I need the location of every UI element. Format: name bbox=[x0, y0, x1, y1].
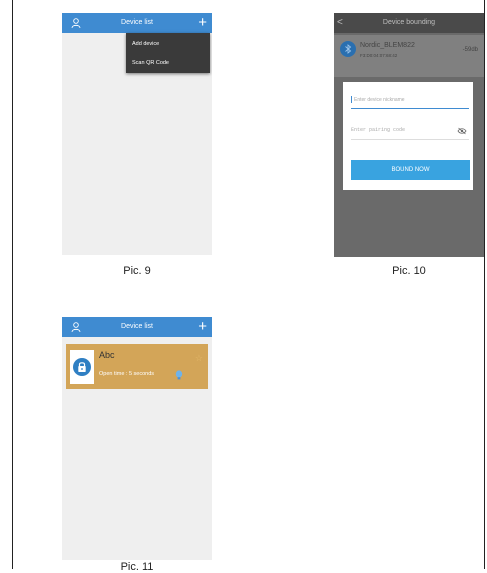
caption-pic11: Pic. 11 bbox=[120, 561, 154, 573]
nickname-input[interactable]: Enter device nickname bbox=[351, 96, 469, 109]
device-address: F3:D0:04:07:68:42 bbox=[360, 53, 398, 58]
screenshot-pic9: Device list + Add device Scan QR Code bbox=[62, 13, 212, 255]
screenshot-pic10: < Device bounding Nordic_BLEM822 F3:D0:0… bbox=[334, 13, 484, 257]
eye-icon[interactable] bbox=[457, 127, 467, 135]
text-cursor bbox=[351, 96, 352, 103]
bound-now-button[interactable]: BOUND NOW bbox=[351, 160, 470, 180]
caption-pic9: Pic. 9 bbox=[123, 265, 151, 277]
bound-dialog: Enter device nickname Enter pairing code… bbox=[343, 82, 473, 190]
bluetooth-icon bbox=[340, 41, 356, 57]
top-bar: Device list + bbox=[62, 317, 212, 337]
plus-icon[interactable]: + bbox=[198, 318, 207, 336]
menu-item-add-device[interactable]: Add device bbox=[132, 41, 159, 47]
page-title: Device bounding bbox=[382, 19, 436, 26]
device-rssi: -59db bbox=[462, 47, 478, 53]
add-menu: Add device Scan QR Code bbox=[126, 33, 210, 73]
device-card[interactable]: Abc Open time : 5 seconds ☆ bbox=[66, 344, 208, 389]
caption-pic10: Pic. 10 bbox=[392, 265, 426, 277]
top-bar: < Device bounding bbox=[334, 13, 484, 33]
page-border-left bbox=[12, 0, 13, 569]
star-icon[interactable]: ☆ bbox=[195, 353, 203, 364]
open-time: Open time : 5 seconds bbox=[99, 371, 155, 377]
lock-icon[interactable] bbox=[73, 358, 91, 376]
menu-item-scan-qr[interactable]: Scan QR Code bbox=[132, 60, 169, 66]
pairing-placeholder: Enter pairing code bbox=[351, 127, 406, 133]
pairing-code-input[interactable]: Enter pairing code bbox=[351, 127, 469, 140]
device-title: Abc bbox=[99, 350, 115, 360]
page-border-right bbox=[484, 0, 485, 569]
page-title: Device list bbox=[121, 19, 153, 26]
plus-icon[interactable]: + bbox=[198, 14, 207, 32]
page-title: Device list bbox=[121, 323, 153, 330]
nickname-placeholder: Enter device nickname bbox=[354, 96, 405, 103]
top-bar: Device list + bbox=[62, 13, 212, 33]
bulb-icon[interactable] bbox=[175, 370, 183, 380]
lock-tile bbox=[70, 350, 94, 384]
device-name: Nordic_BLEM822 bbox=[360, 42, 415, 49]
screenshot-pic11: Device list + Abc Open time : 5 seconds … bbox=[62, 317, 212, 560]
device-row[interactable]: Nordic_BLEM822 F3:D0:04:07:68:42 -59db bbox=[334, 35, 484, 77]
